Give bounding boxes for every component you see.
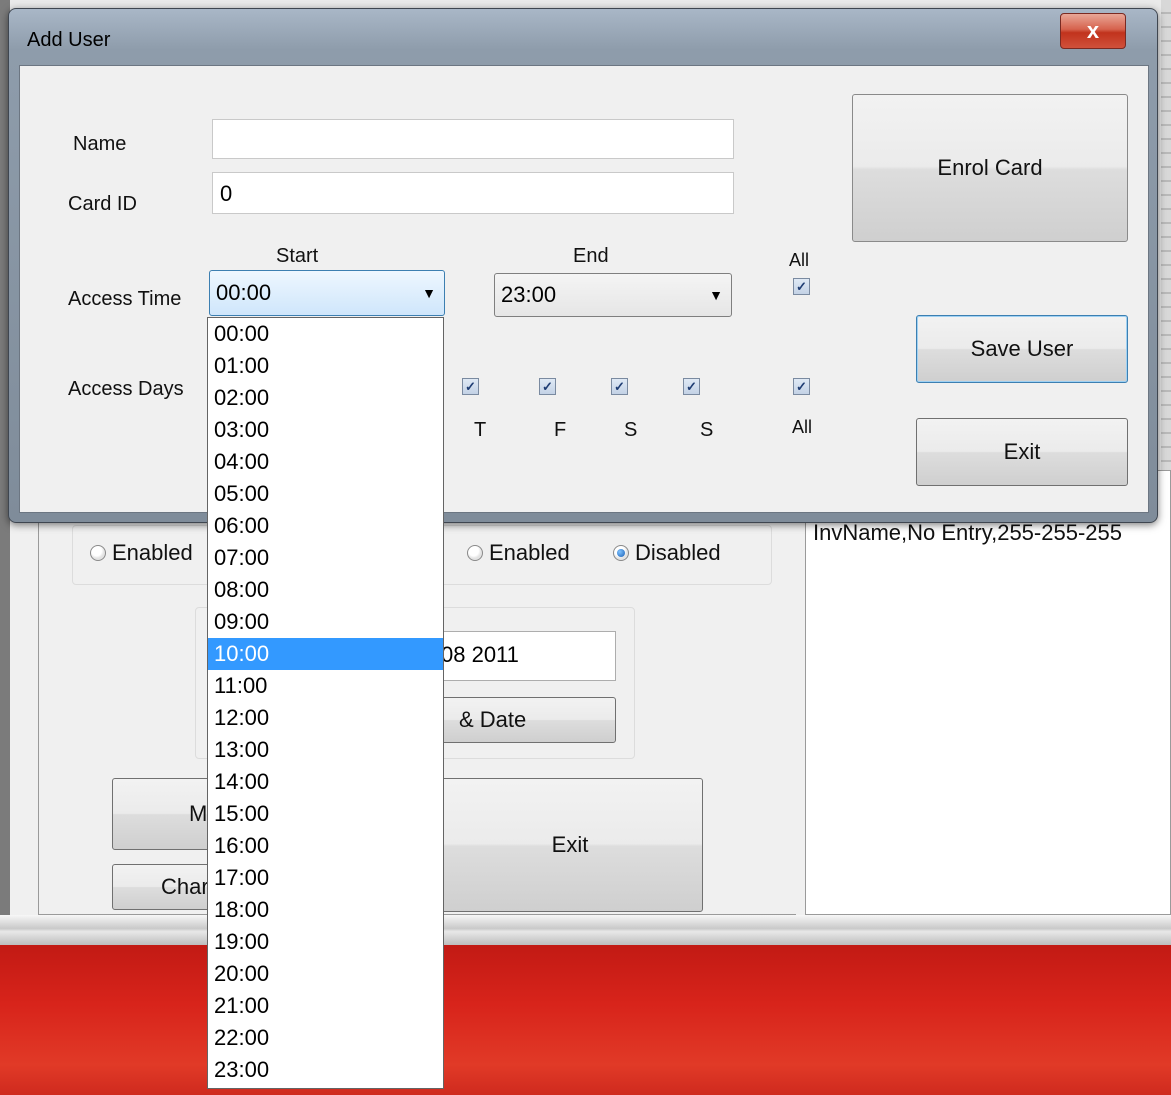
- start-time-dropdown-list[interactable]: 00:00 01:00 02:00 03:00 04:00 05:00 06:00 07:00…: [207, 317, 444, 1089]
- background-button-2[interactable]: Char: [112, 864, 222, 910]
- card-id-label: Card ID: [68, 193, 137, 215]
- all-time-label: All: [789, 250, 810, 270]
- end-time-combo[interactable]: 23:00 ▼: [494, 273, 732, 317]
- radio-enabled-1[interactable]: Enabled: [90, 540, 193, 566]
- radio-enabled-2[interactable]: Enabled: [467, 540, 570, 566]
- access-days-label: Access Days: [68, 378, 184, 400]
- radio-icon: [467, 545, 483, 561]
- triangle-down-icon: ▼: [422, 285, 436, 301]
- dropdown-option[interactable]: 03:00: [208, 414, 443, 446]
- checkmark-icon: ✓: [542, 378, 553, 394]
- dropdown-option[interactable]: 15:00: [208, 798, 443, 830]
- dropdown-option[interactable]: 05:00: [208, 478, 443, 510]
- checkmark-icon: ✓: [796, 378, 807, 394]
- dialog-client-area: Name Card ID 0 Start End All Access Time…: [19, 65, 1149, 513]
- day-checkbox-friday[interactable]: ✓: [539, 378, 556, 395]
- dropdown-option[interactable]: 16:00: [208, 830, 443, 862]
- dropdown-option[interactable]: 12:00: [208, 702, 443, 734]
- day-checkbox-thursday[interactable]: ✓: [462, 378, 479, 395]
- checkmark-icon: ✓: [465, 378, 476, 394]
- dropdown-option[interactable]: 01:00: [208, 350, 443, 382]
- dropdown-option[interactable]: 22:00: [208, 1022, 443, 1054]
- end-label: End: [573, 245, 609, 267]
- all-days-checkbox[interactable]: ✓: [793, 378, 810, 395]
- date-field[interactable]: 08 2011: [420, 631, 616, 681]
- dropdown-option[interactable]: 23:00: [208, 1054, 443, 1086]
- dropdown-option[interactable]: 17:00: [208, 862, 443, 894]
- name-input[interactable]: [212, 119, 734, 159]
- radio-selected-icon: [613, 545, 629, 561]
- start-label: Start: [276, 245, 319, 267]
- background-right-edge: [1161, 0, 1171, 520]
- radio-disabled-2[interactable]: Disabled: [613, 540, 721, 566]
- radio-icon: [90, 545, 106, 561]
- access-time-label: Access Time: [68, 288, 182, 310]
- day-label-friday: F: [554, 419, 567, 441]
- dropdown-option[interactable]: 09:00: [208, 606, 443, 638]
- dropdown-option[interactable]: 20:00: [208, 958, 443, 990]
- dropdown-option[interactable]: 07:00: [208, 542, 443, 574]
- dropdown-option[interactable]: 18:00: [208, 894, 443, 926]
- dropdown-option[interactable]: 00:00: [208, 318, 443, 350]
- background-button-1[interactable]: M: [112, 778, 222, 850]
- dropdown-option[interactable]: 21:00: [208, 990, 443, 1022]
- save-user-button[interactable]: Save User: [916, 315, 1128, 383]
- dialog-title: Add User: [27, 29, 111, 51]
- day-checkbox-sunday[interactable]: ✓: [683, 378, 700, 395]
- all-days-label: All: [792, 417, 813, 437]
- add-user-dialog: Add User x Name Card ID 0 Start End All …: [8, 8, 1158, 523]
- dropdown-option[interactable]: 06:00: [208, 510, 443, 542]
- close-icon: x: [1086, 18, 1100, 43]
- exit-button[interactable]: Exit: [916, 418, 1128, 486]
- day-checkbox-saturday[interactable]: ✓: [611, 378, 628, 395]
- dropdown-option[interactable]: 19:00: [208, 926, 443, 958]
- window-divider: [0, 915, 1171, 945]
- dropdown-option[interactable]: 13:00: [208, 734, 443, 766]
- dropdown-option[interactable]: 14:00: [208, 766, 443, 798]
- checkmark-icon: ✓: [796, 278, 807, 294]
- set-date-button[interactable]: & Date: [420, 697, 616, 743]
- start-time-combo[interactable]: 00:00 ▼: [209, 270, 445, 316]
- dropdown-option[interactable]: 10:00: [208, 638, 443, 670]
- close-button[interactable]: x: [1060, 13, 1126, 49]
- enrol-card-button[interactable]: Enrol Card: [852, 94, 1128, 242]
- checkmark-icon: ✓: [686, 378, 697, 394]
- checkmark-icon: ✓: [614, 378, 625, 394]
- dropdown-option[interactable]: 02:00: [208, 382, 443, 414]
- background-exit-button[interactable]: Exit: [437, 778, 703, 912]
- dropdown-option[interactable]: 04:00: [208, 446, 443, 478]
- name-label: Name: [73, 133, 127, 155]
- dropdown-option[interactable]: 11:00: [208, 670, 443, 702]
- card-id-input[interactable]: 0: [212, 172, 734, 214]
- day-label-saturday: S: [624, 419, 638, 441]
- dropdown-option[interactable]: 08:00: [208, 574, 443, 606]
- day-label-sunday: S: [700, 419, 714, 441]
- day-label-thursday: T: [474, 419, 487, 441]
- triangle-down-icon: ▼: [709, 287, 723, 303]
- all-time-checkbox[interactable]: ✓: [793, 278, 810, 295]
- dialog-titlebar[interactable]: Add User x: [9, 9, 1157, 73]
- log-line: InvName,No Entry,255-255-255: [813, 520, 1122, 545]
- red-banner: [0, 945, 1171, 1095]
